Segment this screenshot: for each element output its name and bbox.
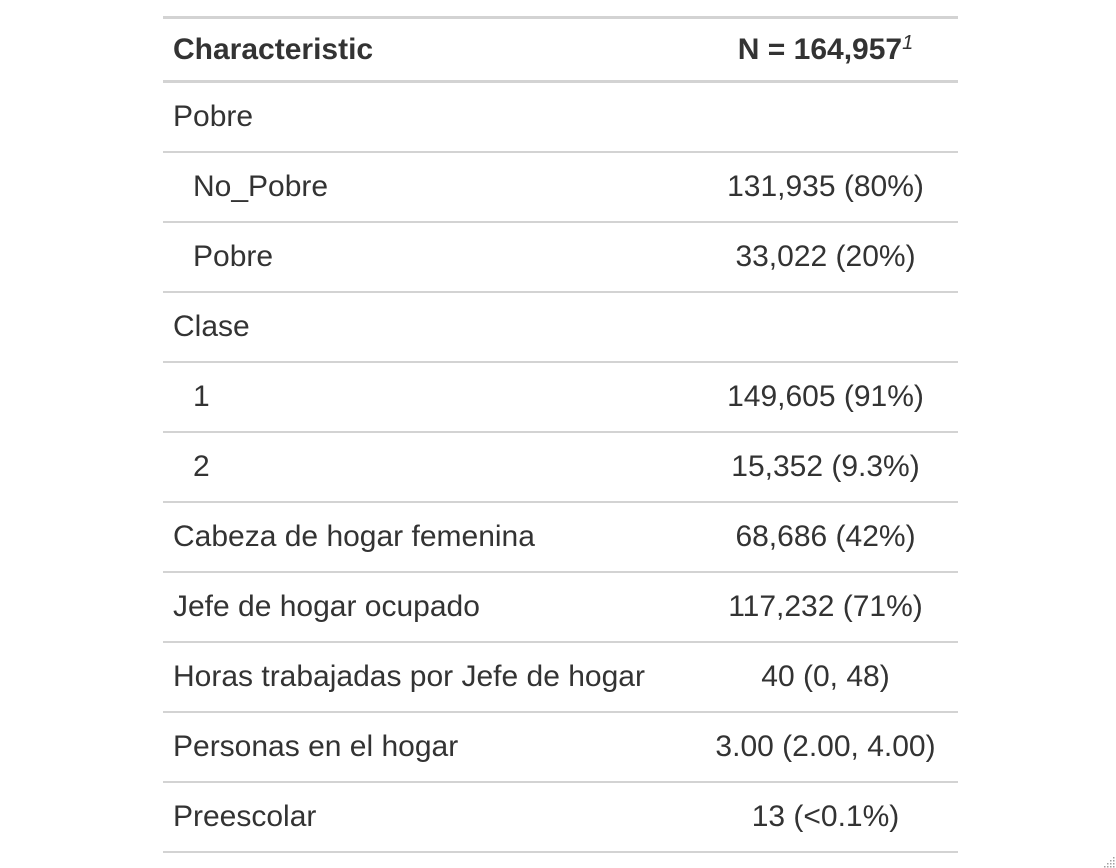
row-label: No_Pobre <box>163 151 693 223</box>
resize-grip-icon[interactable] <box>1100 852 1116 868</box>
row-value <box>693 81 958 153</box>
characteristic-header: Characteristic <box>173 32 374 66</box>
row-value: 13 (<0.1%) <box>693 781 958 853</box>
row-label: Horas trabajadas por Jefe de hogar <box>163 641 693 713</box>
row-value: 3.00 (2.00, 4.00) <box>693 711 958 783</box>
row-value <box>693 291 958 363</box>
table-body: Pobre No_Pobre 131,935 (80%) Pobre 33,02… <box>163 81 958 853</box>
row-value: 149,605 (91%) <box>693 361 958 433</box>
row-value: 15,352 (9.3%) <box>693 431 958 503</box>
row-label: Jefe de hogar ocupado <box>163 571 693 643</box>
row-label: Pobre <box>163 81 693 153</box>
row-value: 68,686 (42%) <box>693 501 958 573</box>
table-row: Horas trabajadas por Jefe de hogar 40 (0… <box>163 641 958 713</box>
row-value: 40 (0, 48) <box>693 641 958 713</box>
table-row: Preescolar 13 (<0.1%) <box>163 781 958 853</box>
table-row: Cabeza de hogar femenina 68,686 (42%) <box>163 501 958 573</box>
table-row: Personas en el hogar 3.00 (2.00, 4.00) <box>163 711 958 783</box>
n-header: N = 164,9571 <box>693 18 958 82</box>
table-row: Jefe de hogar ocupado 117,232 (71%) <box>163 571 958 643</box>
row-label: Pobre <box>163 221 693 293</box>
row-value: 117,232 (71%) <box>693 571 958 643</box>
header-row: Characteristic N = 164,9571 <box>163 17 958 82</box>
row-label: 2 <box>163 431 693 503</box>
table-row: No_Pobre 131,935 (80%) <box>163 151 958 223</box>
table-row: Clase <box>163 291 958 363</box>
row-label: Personas en el hogar <box>163 711 693 783</box>
row-value: 131,935 (80%) <box>693 151 958 223</box>
row-label: 1 <box>163 361 693 433</box>
table-row: Pobre <box>163 81 958 153</box>
row-label: Preescolar <box>163 781 693 853</box>
n-header-label: N = 164,957 <box>737 33 903 66</box>
row-value: 33,022 (20%) <box>693 221 958 293</box>
footnote-mark: 1 <box>902 32 914 54</box>
summary-table: Characteristic N = 164,9571 Pobre No_Pob… <box>163 16 958 853</box>
table-header: Characteristic N = 164,9571 <box>163 17 958 82</box>
row-label: Clase <box>163 291 693 363</box>
row-label: Cabeza de hogar femenina <box>163 501 693 573</box>
table-row: Pobre 33,022 (20%) <box>163 221 958 293</box>
table-row: 1 149,605 (91%) <box>163 361 958 433</box>
table-row: 2 15,352 (9.3%) <box>163 431 958 503</box>
